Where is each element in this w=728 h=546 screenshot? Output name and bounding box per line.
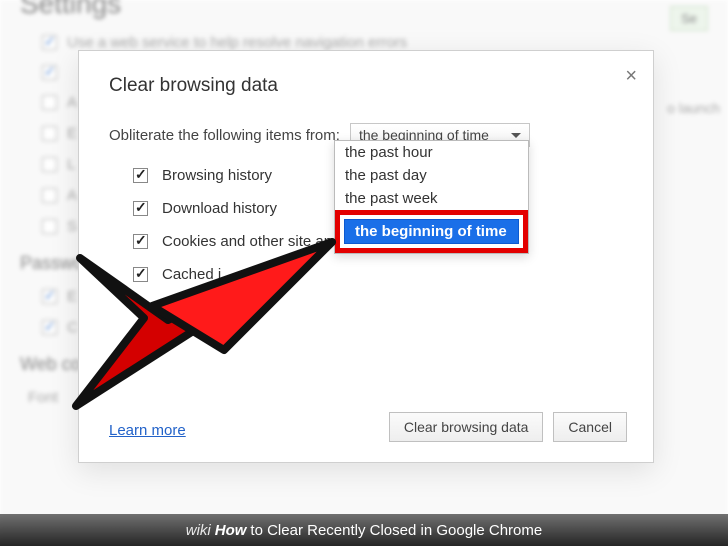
cancel-button[interactable]: Cancel: [553, 412, 627, 442]
highlight-box: the beginning of time: [335, 210, 528, 253]
learn-more-link[interactable]: Learn more: [109, 422, 186, 439]
option-label: Cookies and other site and p: [162, 233, 353, 250]
clear-browsing-data-dialog: × Clear browsing data Obliterate the fol…: [78, 50, 654, 463]
clear-browsing-data-button[interactable]: Clear browsing data: [389, 412, 544, 442]
caption-how: How: [215, 522, 247, 539]
caption-title: to Clear Recently Closed in Google Chrom…: [250, 522, 542, 539]
launch-fragment: o launch: [667, 100, 720, 116]
search-button: Se: [670, 6, 708, 31]
option-label: Cached i: [162, 266, 221, 283]
dialog-title: Clear browsing data: [109, 75, 623, 97]
obliterate-prompt: Obliterate the following items from:: [109, 127, 340, 144]
caption-bar: wikiHow to Clear Recently Closed in Goog…: [0, 514, 728, 546]
close-icon[interactable]: ×: [625, 65, 637, 88]
option-cached[interactable]: Cached i: [133, 266, 623, 283]
dropdown-option-past-hour[interactable]: the past hour: [335, 141, 528, 164]
dropdown-option-past-day[interactable]: the past day: [335, 164, 528, 187]
checkbox-icon[interactable]: [161, 300, 176, 315]
option-label: Browsing history: [162, 167, 272, 184]
settings-heading: Settings: [20, 0, 728, 20]
dropdown-option-beginning-of-time[interactable]: the beginning of time: [344, 219, 519, 244]
dropdown-option-past-week[interactable]: the past week: [335, 187, 528, 210]
option-autofill[interactable]: Au: [161, 299, 623, 316]
checkbox-icon[interactable]: [133, 168, 148, 183]
checkbox-icon[interactable]: [133, 201, 148, 216]
chevron-down-icon: [511, 133, 521, 138]
option-label: Download history: [162, 200, 277, 217]
checkbox-icon[interactable]: [133, 267, 148, 282]
caption-wiki: wiki: [186, 522, 211, 539]
checkbox-icon[interactable]: [133, 234, 148, 249]
option-label: Au: [190, 299, 208, 316]
time-range-dropdown[interactable]: the past hour the past day the past week…: [334, 140, 529, 254]
